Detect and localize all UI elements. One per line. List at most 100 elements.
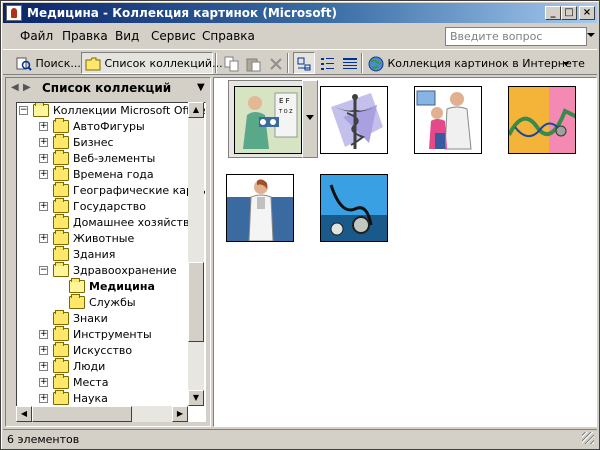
collection-tree[interactable]: − Коллекции Microsoft Office + АвтоФигуры + Б… [16,102,206,422]
online-clip-art-button[interactable]: Коллекция картинок в Интернете [365,52,588,74]
help-dropdown-icon[interactable] [587,33,595,37]
app-icon[interactable] [6,5,22,21]
vertical-scrollbar[interactable]: ▲ ▼ [188,102,204,406]
expand-icon[interactable]: + [39,122,48,131]
clip-doctor-eye-chart[interactable]: E F T O Z [234,86,302,154]
clip-caduceus[interactable] [320,86,388,154]
tree-node-label: Наука [73,392,108,405]
tree-node[interactable]: + Веб-элементы [17,150,205,167]
title-bar[interactable]: Медицина - Коллекция картинок (Microsoft… [3,3,597,23]
tree-node[interactable]: + Бизнес [17,134,205,151]
pane-menu-icon[interactable]: ▼ [197,82,205,93]
forward-arrow-icon[interactable]: ▶ [23,82,31,93]
expand-icon[interactable]: + [39,170,48,179]
delete-button[interactable] [265,52,287,74]
tree-node[interactable]: + Искусство [17,342,205,359]
collections-list-label: Список коллекций... [104,57,223,70]
scroll-right-button[interactable]: ▶ [172,406,188,422]
folder-icon [53,182,69,197]
folder-icon [53,326,69,341]
scroll-up-button[interactable]: ▲ [188,102,204,118]
clip-doctor-woman[interactable] [226,174,294,242]
expand-icon[interactable]: + [39,394,48,403]
clip-options-dropdown[interactable] [302,80,318,158]
folder-open-icon [69,278,85,293]
minimize-button[interactable]: _ [545,6,561,20]
tree-node-label: Географические карты [73,184,206,197]
folder-open-icon [53,262,69,277]
svg-text:T O Z: T O Z [278,109,293,115]
clip-gallery: E F T O Z [213,77,597,427]
tree-node[interactable]: + Государство [17,198,205,215]
tree-node[interactable]: Службы [17,294,205,311]
copy-button[interactable] [221,52,243,74]
close-button[interactable]: × [579,6,595,20]
globe-icon [368,56,384,72]
paste-button[interactable] [243,52,265,74]
folder-icon [53,214,69,229]
thumbnails-view-button[interactable] [293,52,315,74]
list-view-button[interactable] [317,52,339,74]
tree-node-label: Искусство [73,344,133,357]
stethoscope-blue-image [321,175,387,241]
tree-node[interactable]: − Здравоохранение [17,262,205,279]
details-icon [343,58,357,69]
tree-node[interactable]: + Люди [17,358,205,375]
back-arrow-icon[interactable]: ◀ [11,82,19,93]
tree-node[interactable]: + Наука [17,390,205,407]
menu-help[interactable]: Справка [202,29,255,43]
doctor-eye-chart-image: E F T O Z [235,87,301,153]
toolbar-options-icon[interactable] [563,62,569,66]
tree-node[interactable]: + АвтоФигуры [17,118,205,135]
clip-stethoscope-blue[interactable] [320,174,388,242]
scroll-down-button[interactable]: ▼ [188,390,204,406]
collapse-icon[interactable]: − [19,106,28,115]
tree-node-label: Бизнес [73,136,114,149]
pane-title: Список коллекций [42,81,172,95]
tree-node-label: Здания [73,248,116,261]
expand-icon[interactable]: + [39,202,48,211]
collapse-icon[interactable]: − [39,266,48,275]
scroll-thumb[interactable] [32,406,132,422]
menu-edit[interactable]: Правка [62,29,108,43]
menu-tools[interactable]: Сервис [151,29,196,43]
tree-node[interactable]: Географические карты [17,182,206,199]
folder-icon [53,358,69,373]
resize-grip[interactable] [582,432,594,444]
tree-node[interactable]: Медицина [17,278,205,295]
horizontal-scrollbar[interactable]: ◀ ▶ [16,406,188,422]
details-view-button[interactable] [339,52,361,74]
expand-icon[interactable]: + [39,378,48,387]
thumbnails-icon [297,57,311,71]
tree-node[interactable]: Здания [17,246,205,263]
clip-stethoscope-colorful[interactable] [508,86,576,154]
menu-view[interactable]: Вид [115,29,139,43]
tree-node[interactable]: + Инструменты [17,326,205,343]
expand-icon[interactable]: + [39,154,48,163]
search-button[interactable]: Поиск... [13,52,84,74]
collections-list-button[interactable]: Список коллекций... [81,52,223,74]
caduceus-image [331,93,383,149]
expand-icon[interactable]: + [39,362,48,371]
tree-node[interactable]: + Животные [17,230,205,247]
tree-node[interactable]: Домашнее хозяйство [17,214,205,231]
folder-icon [53,390,69,405]
expand-icon[interactable]: + [39,330,48,339]
tree-node-label: АвтоФигуры [73,120,145,133]
expand-icon[interactable]: + [39,346,48,355]
scroll-left-button[interactable]: ◀ [16,406,32,422]
clip-doctor-with-child[interactable] [414,86,482,154]
paste-icon [246,58,261,72]
folder-icon [53,134,69,149]
tree-node[interactable]: + Времена года [17,166,205,183]
maximize-button[interactable]: □ [561,6,577,20]
expand-icon[interactable]: + [39,138,48,147]
expand-icon[interactable]: + [39,234,48,243]
scroll-thumb[interactable] [188,262,204,342]
folder-icon [53,374,69,389]
help-question-box[interactable]: Введите вопрос [445,27,587,46]
tree-node-root[interactable]: − Коллекции Microsoft Office [17,103,205,119]
tree-node[interactable]: + Места [17,374,205,391]
tree-node[interactable]: Знаки [17,310,205,327]
menu-file[interactable]: Файл [20,29,53,43]
